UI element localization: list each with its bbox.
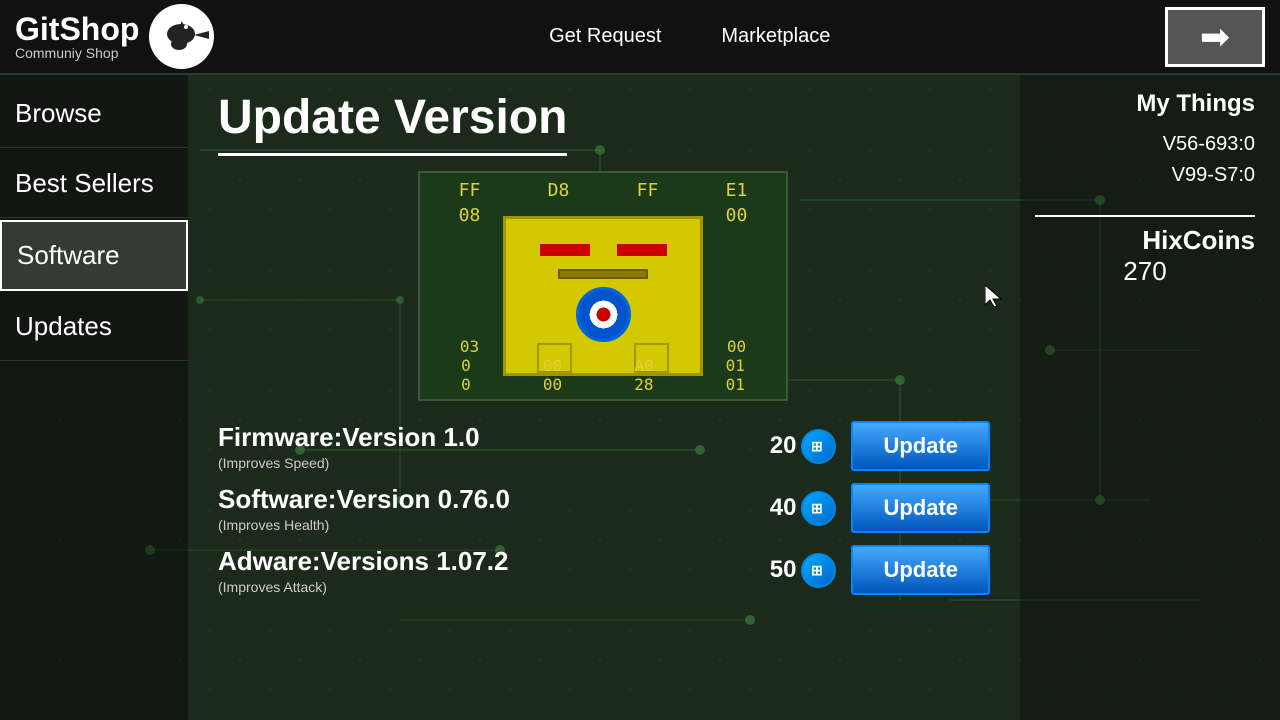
- logo-text: GitShop Communiy Shop: [15, 13, 139, 61]
- software-name: Software:Version 0.76.0: [218, 484, 770, 515]
- sidebar-item-browse[interactable]: Browse: [0, 80, 188, 148]
- coin-icon-firmware: ⊞: [801, 429, 836, 464]
- hex-row-7: 0 00 28 01: [425, 375, 781, 394]
- update-item-adware: Adware:Versions 1.07.2 (Improves Attack)…: [218, 545, 990, 595]
- header: GitShop Communiy Shop Get Request Market…: [0, 0, 1280, 75]
- adware-price: 50 ⊞: [770, 553, 837, 588]
- update-info-software: Software:Version 0.76.0 (Improves Health…: [218, 484, 770, 533]
- arrow-icon: ➡: [1200, 16, 1230, 58]
- update-list: Firmware:Version 1.0 (Improves Speed) 20…: [218, 421, 990, 595]
- hixcoins-section: HixCoins 270: [1035, 215, 1255, 287]
- firmware-price: 20 ⊞: [770, 429, 837, 464]
- robot-mouth: [558, 269, 648, 279]
- software-desc: (Improves Health): [218, 517, 770, 533]
- sidebar: Browse Best Sellers Software Updates: [0, 75, 188, 720]
- robot-eye-right: [617, 244, 667, 256]
- coin-icon-software: ⊞: [801, 491, 836, 526]
- hixcoins-value: 270: [1035, 256, 1255, 287]
- logo-area: GitShop Communiy Shop: [15, 4, 214, 69]
- update-button-software[interactable]: Update: [851, 483, 990, 533]
- hixcoins-label: HixCoins: [1035, 225, 1255, 256]
- software-price: 40 ⊞: [770, 491, 837, 526]
- sidebar-item-updates[interactable]: Updates: [0, 293, 188, 361]
- adware-desc: (Improves Attack): [218, 579, 770, 595]
- svg-text:⊞: ⊞: [811, 562, 823, 578]
- thing-v56: V56-693:0: [1163, 133, 1255, 156]
- sidebar-item-software[interactable]: Software: [0, 220, 188, 291]
- robot-eye-left: [540, 244, 590, 256]
- hex-row-6: 0 00 A0 01: [425, 356, 781, 375]
- right-panel: My Things V56-693:0 V99-S7:0 HixCoins 27…: [1020, 75, 1280, 720]
- adware-name: Adware:Versions 1.07.2: [218, 546, 770, 577]
- firmware-desc: (Improves Speed): [218, 455, 770, 471]
- logo-subtitle: Communiy Shop: [15, 45, 139, 61]
- thing-v99: V99-S7:0: [1172, 164, 1255, 187]
- svg-text:⊞: ⊞: [811, 438, 823, 454]
- update-item-software: Software:Version 0.76.0 (Improves Health…: [218, 483, 990, 533]
- hex-row-5: 03 00: [425, 337, 781, 356]
- robot-target: [576, 287, 631, 342]
- marketplace-link[interactable]: Marketplace: [721, 25, 830, 48]
- robot-container: FF D8 FF E1 08 00: [418, 171, 788, 401]
- my-things-title: My Things: [1136, 90, 1255, 118]
- update-info-firmware: Firmware:Version 1.0 (Improves Speed): [218, 422, 770, 471]
- update-item-firmware: Firmware:Version 1.0 (Improves Speed) 20…: [218, 421, 990, 471]
- hex-row-1: FF D8 FF E1: [425, 178, 781, 203]
- forward-arrow-button[interactable]: ➡: [1165, 7, 1265, 67]
- logo-icon: [149, 4, 214, 69]
- hex-bottom: 03 00 0 00 A0 01 0 00 28: [425, 337, 781, 394]
- svg-text:⊞: ⊞: [811, 500, 823, 516]
- sidebar-item-best-sellers[interactable]: Best Sellers: [0, 150, 188, 218]
- firmware-name: Firmware:Version 1.0: [218, 422, 770, 453]
- update-button-adware[interactable]: Update: [851, 545, 990, 595]
- content-area: Update Version FF D8 FF E1 08: [188, 75, 1020, 720]
- header-nav: Get Request Marketplace: [214, 25, 1165, 48]
- robot-eyes: [506, 219, 700, 261]
- robot-display: FF D8 FF E1 08 00: [420, 173, 786, 399]
- logo-title: GitShop: [15, 13, 139, 45]
- main-layout: Browse Best Sellers Software Updates Upd…: [0, 75, 1280, 720]
- page-title: Update Version: [218, 90, 567, 156]
- get-request-link[interactable]: Get Request: [549, 25, 661, 48]
- update-button-firmware[interactable]: Update: [851, 421, 990, 471]
- update-info-adware: Adware:Versions 1.07.2 (Improves Attack): [218, 546, 770, 595]
- coin-icon-adware: ⊞: [801, 553, 836, 588]
